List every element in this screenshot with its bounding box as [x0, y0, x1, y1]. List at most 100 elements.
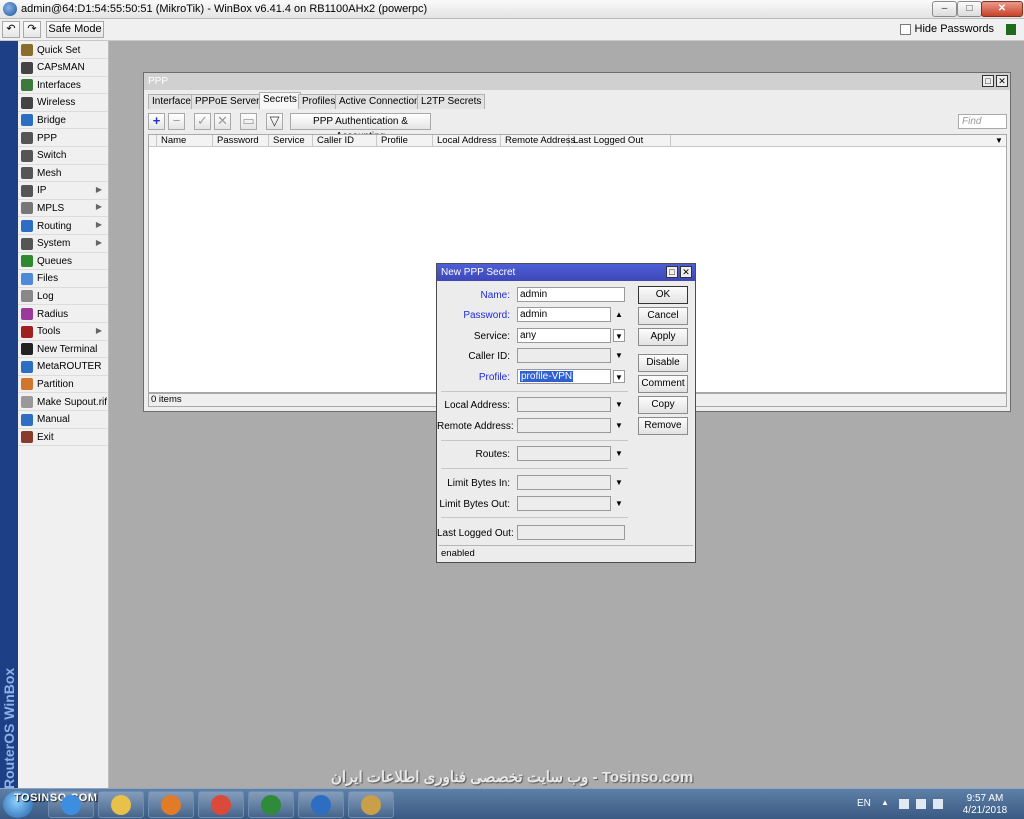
copy-button[interactable]: Copy [638, 396, 688, 414]
sidebar-item-routing[interactable]: Routing ▶ [18, 218, 108, 235]
profile-select[interactable]: profile-VPN [517, 369, 611, 384]
taskbar-app-ie[interactable] [48, 791, 94, 818]
sidebar-item-new-terminal[interactable]: New Terminal [18, 341, 108, 359]
col-name[interactable]: Name [157, 135, 213, 147]
undo-button[interactable]: ↶ [2, 21, 20, 38]
redo-button[interactable]: ↷ [23, 21, 41, 38]
minimize-button[interactable]: – [932, 1, 957, 17]
remote-address-dropdown-icon[interactable]: ▼ [613, 419, 625, 432]
comment-button[interactable]: Comment [638, 375, 688, 393]
remove-icon[interactable]: − [168, 113, 185, 130]
clock[interactable]: 9:57 AM 4/21/2018 [960, 793, 1010, 817]
sidebar-item-metarouter[interactable]: MetaROUTER [18, 359, 108, 376]
col-service[interactable]: Service [269, 135, 313, 147]
apply-button[interactable]: Apply [638, 328, 688, 346]
filter-icon[interactable]: ▽ [266, 113, 283, 130]
remote-address-field[interactable] [517, 418, 611, 433]
tab-secrets[interactable]: Secrets [259, 92, 301, 109]
password-field[interactable]: admin [517, 307, 611, 322]
sidebar-item-mesh[interactable]: Mesh [18, 165, 108, 183]
sidebar-item-partition[interactable]: Partition [18, 376, 108, 394]
service-dropdown-icon[interactable]: ▼ [613, 329, 625, 342]
sidebar-item-log[interactable]: Log [18, 288, 108, 306]
sidebar-item-exit[interactable]: Exit [18, 429, 108, 447]
taskbar-app-paint[interactable] [348, 791, 394, 818]
sidebar-item-label: Partition [37, 378, 74, 390]
col-caller-id[interactable]: Caller ID [313, 135, 377, 147]
taskbar-app-media-player[interactable] [148, 791, 194, 818]
maximize-button[interactable]: □ [957, 1, 982, 17]
hide-passwords-toggle[interactable]: Hide Passwords [899, 23, 994, 35]
taskbar-app-winbox[interactable] [298, 791, 344, 818]
routes-field[interactable] [517, 446, 611, 461]
tab-active-connections[interactable]: Active Connections [335, 94, 429, 109]
safe-mode-button[interactable]: Safe Mode [46, 21, 104, 38]
close-button[interactable]: ✕ [981, 1, 1023, 17]
comment-icon[interactable]: ▭ [240, 113, 257, 130]
ppp-title-bar[interactable]: PPP □ ✕ [144, 73, 1010, 90]
col-last-logged-out[interactable]: Last Logged Out [569, 135, 671, 147]
taskbar-app-excel[interactable] [248, 791, 294, 818]
dialog-close-button[interactable]: ✕ [680, 266, 692, 278]
password-collapse-icon[interactable]: ▲ [613, 308, 625, 321]
routes-dropdown-icon[interactable]: ▼ [613, 447, 625, 460]
sidebar-item-bridge[interactable]: Bridge [18, 112, 108, 130]
sidebar-item-make-supout-rif[interactable]: Make Supout.rif [18, 394, 108, 411]
ppp-maximize-button[interactable]: □ [982, 75, 994, 87]
tab-pppoe-servers[interactable]: PPPoE Servers [191, 94, 269, 109]
sidebar-item-quick-set[interactable]: Quick Set [18, 42, 108, 59]
sidebar-item-system[interactable]: System ▶ [18, 236, 108, 253]
col-remote-address[interactable]: Remote Address [501, 135, 575, 147]
sidebar-item-interfaces[interactable]: Interfaces [18, 77, 108, 95]
local-address-field[interactable] [517, 397, 611, 412]
network-icon[interactable] [916, 799, 926, 809]
sidebar-item-manual[interactable]: Manual [18, 412, 108, 429]
taskbar-app-chrome[interactable] [198, 791, 244, 818]
cancel-button[interactable]: Cancel [638, 307, 688, 325]
local-address-dropdown-icon[interactable]: ▼ [613, 398, 625, 411]
show-hidden-icons-icon[interactable]: ▲ [881, 798, 889, 807]
col-password[interactable]: Password [213, 135, 269, 147]
find-input[interactable]: Find [958, 114, 1007, 129]
disable-button[interactable]: Disable [638, 354, 688, 372]
disable-icon[interactable]: ✕ [214, 113, 231, 130]
profile-dropdown-icon[interactable]: ▼ [613, 370, 625, 383]
limit-bytes-in-field[interactable] [517, 475, 611, 490]
sidebar-item-queues[interactable]: Queues [18, 253, 108, 271]
tab-profiles[interactable]: Profiles [298, 94, 340, 109]
dialog-maximize-button[interactable]: □ [666, 266, 678, 278]
add-icon[interactable]: + [148, 113, 165, 130]
sidebar-item-files[interactable]: Files [18, 271, 108, 288]
service-select[interactable]: any [517, 328, 611, 343]
sidebar-item-wireless[interactable]: Wireless [18, 95, 108, 112]
ok-button[interactable]: OK [638, 286, 688, 304]
sidebar-item-tools[interactable]: Tools ▶ [18, 324, 108, 341]
ppp-auth-accounting-button[interactable]: PPP Authentication & Accounting [290, 113, 431, 142]
tab-l2tp-secrets[interactable]: L2TP Secrets [417, 94, 486, 109]
enable-icon[interactable]: ✓ [194, 113, 211, 130]
flag-icon[interactable] [899, 799, 909, 809]
sidebar-item-radius[interactable]: Radius [18, 306, 108, 323]
limit-bytes-out-field[interactable] [517, 496, 611, 511]
caller-id-field[interactable] [517, 348, 611, 363]
limit-bytes-out-dropdown-icon[interactable]: ▼ [613, 497, 625, 510]
remove-button[interactable]: Remove [638, 417, 688, 435]
language-indicator[interactable]: EN [857, 798, 871, 809]
sidebar-item-mpls[interactable]: MPLS ▶ [18, 200, 108, 218]
sidebar-item-switch[interactable]: Switch [18, 148, 108, 165]
ppp-close-button[interactable]: ✕ [996, 75, 1008, 87]
limit-bytes-in-dropdown-icon[interactable]: ▼ [613, 476, 625, 489]
sidebar-item-ip[interactable]: IP ▶ [18, 183, 108, 200]
caller-id-dropdown-icon[interactable]: ▼ [613, 349, 625, 362]
column-chooser-icon[interactable]: ▼ [992, 135, 1006, 147]
tab-interface[interactable]: Interface [148, 94, 195, 109]
taskbar-app-explorer[interactable] [98, 791, 144, 818]
volume-icon[interactable] [933, 799, 943, 809]
col-local-address[interactable]: Local Address [433, 135, 501, 147]
col-profile[interactable]: Profile [377, 135, 433, 147]
hide-passwords-checkbox[interactable] [899, 23, 911, 35]
sidebar-item-capsman[interactable]: CAPsMAN [18, 60, 108, 77]
sidebar-item-ppp[interactable]: PPP [18, 130, 108, 147]
dialog-title-bar[interactable]: New PPP Secret □ ✕ [437, 264, 695, 281]
name-field[interactable]: admin [517, 287, 625, 302]
